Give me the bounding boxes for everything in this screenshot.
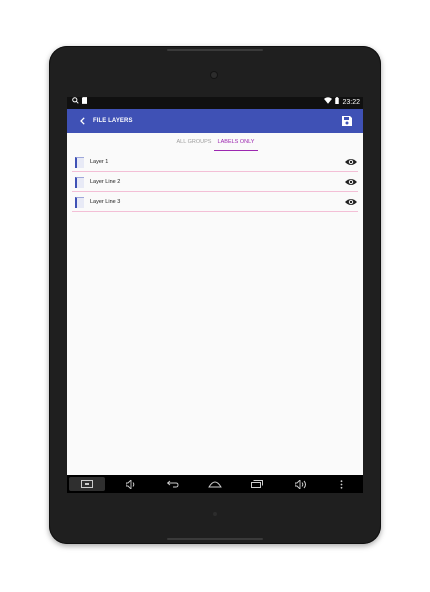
eye-icon [345,199,357,205]
search-icon [72,97,79,109]
back-button[interactable] [75,113,91,129]
more-button[interactable] [323,477,359,491]
back-icon [167,480,179,488]
save-icon [342,116,352,126]
arrow-back-icon [80,117,85,125]
speaker-grille-bottom [167,538,263,540]
battery-icon [335,97,340,109]
list-item[interactable]: Layer Line 2 [72,172,358,192]
home-icon [208,481,222,488]
screen: 23:22 FILE LAYERS ALL GROUPS LABELS ONLY… [67,97,363,493]
recents-icon [251,480,263,488]
layer-list: Layer 1 Layer Line 2 Layer Line 3 [72,152,358,212]
volume-up-icon [295,479,306,489]
screenshot-button[interactable] [69,477,105,491]
more-icon [340,479,342,489]
layer-label: Layer Line 3 [90,199,121,205]
back-nav-button[interactable] [155,477,191,491]
app-bar: FILE LAYERS [67,109,363,133]
eye-icon [345,159,357,165]
list-item[interactable]: Layer 1 [72,152,358,172]
status-bar: 23:22 [67,97,363,109]
volume-down-icon [126,479,135,489]
screenshot-icon [81,480,93,488]
layer-file-icon [75,197,84,208]
visibility-toggle[interactable] [344,196,358,208]
save-button[interactable] [339,113,355,129]
eye-icon [345,179,357,185]
layer-file-icon [75,157,84,168]
list-item[interactable]: Layer Line 3 [72,192,358,212]
sd-card-icon [82,97,87,109]
recents-button[interactable] [239,477,275,491]
speaker-grille-top [167,49,263,51]
status-time: 23:22 [342,99,360,106]
visibility-toggle[interactable] [344,176,358,188]
layer-file-icon [75,177,84,188]
layer-label: Layer Line 2 [90,179,121,185]
visibility-toggle[interactable] [344,156,358,168]
page-title: FILE LAYERS [93,118,133,124]
volume-down-button[interactable] [113,477,149,491]
tab-labels-only[interactable]: LABELS ONLY [214,133,258,151]
front-camera [211,72,217,78]
tab-all-groups[interactable]: ALL GROUPS [171,133,217,151]
tab-bar: ALL GROUPS LABELS ONLY [67,133,363,151]
volume-up-button[interactable] [283,477,319,491]
navigation-bar [67,475,363,493]
layer-label: Layer 1 [90,159,109,165]
device-microphone [213,512,217,516]
home-button[interactable] [197,477,233,491]
wifi-icon [324,97,333,109]
